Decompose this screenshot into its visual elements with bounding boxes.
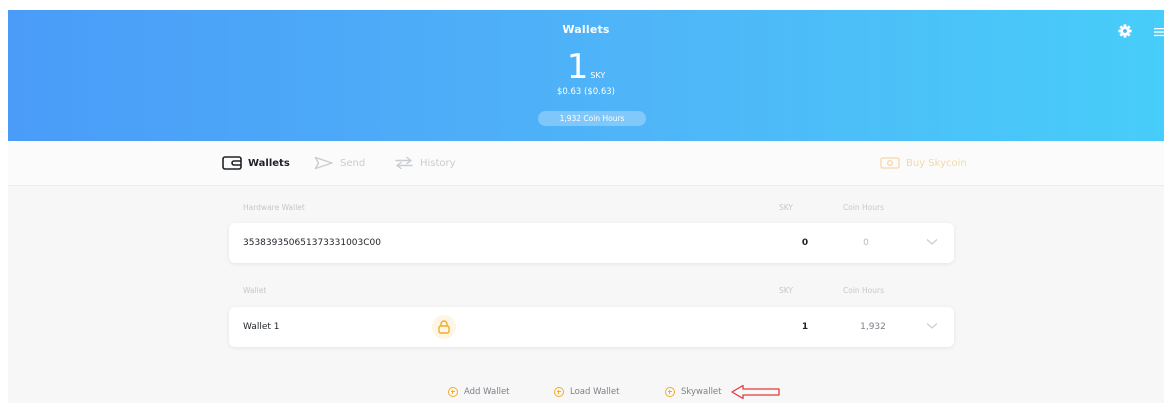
balance-value: 1	[566, 47, 589, 87]
wallet-name: Wallet 1	[243, 322, 280, 332]
wallet-coin-hours: 0	[863, 238, 869, 248]
menu-icon[interactable]	[1154, 27, 1164, 37]
app-window: Wallets 1 SKY $0.63 ($0.63) 1,932 Coin Ho…	[8, 10, 1164, 403]
tab-send-label: Send	[340, 157, 366, 169]
wallet-name: 353839350651373331003C00	[243, 238, 381, 248]
balance-usd: $0.63 ($0.63)	[556, 87, 615, 97]
wallet-col-sky: SKY	[779, 286, 793, 295]
wallet-coin-hours: 1,932	[860, 322, 886, 332]
add-wallet-label: Add Wallet	[464, 387, 510, 397]
tab-wallets[interactable]: Wallets	[222, 155, 290, 171]
plus-circle-icon	[665, 387, 675, 397]
wallet-row[interactable]: Wallet 1 1 1,932	[229, 307, 954, 347]
wallets-header: Wallets 1 SKY $0.63 ($0.63) 1,932 Coin Ho…	[8, 10, 1164, 141]
add-wallet-button[interactable]: Add Wallet	[448, 387, 510, 397]
load-wallet-button[interactable]: Load Wallet	[554, 387, 619, 397]
wallet-icon	[222, 156, 242, 170]
hardware-wallet-heading: Hardware Wallet	[243, 203, 305, 212]
skywallet-label: Skywallet	[681, 387, 722, 397]
annotation-arrow-icon	[731, 384, 780, 400]
balance-total: 1 SKY	[8, 50, 1164, 84]
exchange-icon	[880, 157, 900, 169]
coin-hours-badge: 1,932 Coin Hours	[538, 111, 646, 126]
wallet-heading: Wallet	[243, 286, 267, 295]
hardware-col-sky: SKY	[779, 203, 793, 212]
tab-wallets-label: Wallets	[248, 157, 290, 169]
skywallet-button[interactable]: Skywallet	[665, 387, 722, 397]
wallet-sky: 1	[801, 322, 809, 332]
chevron-down-icon[interactable]	[926, 238, 938, 246]
wallet-sky: 0	[801, 238, 809, 248]
balance-unit: SKY	[590, 71, 606, 80]
lock-button[interactable]	[432, 315, 456, 339]
hardware-wallet-row[interactable]: 353839350651373331003C00 0 0	[229, 223, 954, 263]
tab-send[interactable]: Send	[314, 155, 365, 171]
tab-history-label: History	[420, 157, 456, 169]
nav-bar: Wallets Send History Buy Skycoin	[8, 141, 1164, 186]
lock-icon	[438, 320, 450, 334]
send-icon	[314, 156, 333, 170]
buy-skycoin-label: Buy Skycoin	[906, 157, 967, 169]
history-icon	[395, 156, 413, 170]
load-wallet-label: Load Wallet	[570, 387, 620, 397]
chevron-down-icon[interactable]	[926, 322, 938, 330]
page-title: Wallets	[562, 23, 610, 36]
tab-history[interactable]: History	[394, 155, 456, 171]
gear-icon[interactable]	[1118, 24, 1132, 38]
plus-circle-icon	[554, 387, 564, 397]
hardware-col-coin-hours: Coin Hours	[843, 203, 885, 212]
wallet-col-coin-hours: Coin Hours	[843, 286, 885, 295]
plus-circle-icon	[448, 387, 458, 397]
buy-skycoin-button[interactable]: Buy Skycoin	[880, 155, 967, 171]
